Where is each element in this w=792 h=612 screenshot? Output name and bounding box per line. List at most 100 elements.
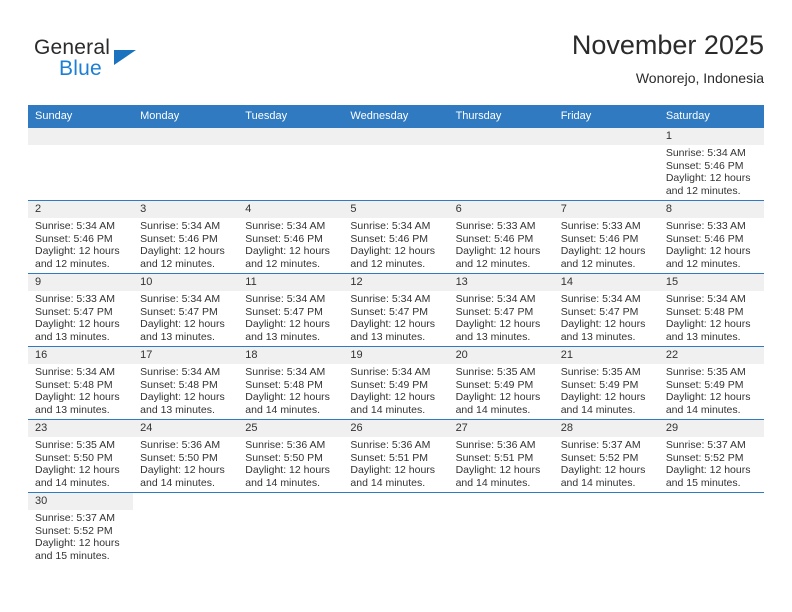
day-cell-11[interactable]: 11 Sunrise: 5:34 AM Sunset: 5:47 PM Dayligh… xyxy=(238,274,344,346)
blank-day-cell xyxy=(133,493,238,565)
day-cell-26[interactable]: 26 Sunrise: 5:36 AM Sunset: 5:51 PM Dayligh… xyxy=(343,420,449,492)
calendar-week-row: 9 Sunrise: 5:33 AM Sunset: 5:47 PM Daylight… xyxy=(28,273,764,347)
blank-day-cell xyxy=(554,493,659,565)
day-cell-10[interactable]: 10 Sunrise: 5:34 AM Sunset: 5:47 PM Dayligh… xyxy=(133,274,239,346)
day-info-daylight2: and 14 minutes. xyxy=(350,403,426,416)
day-info: Sunrise: 5:36 AM Sunset: 5:51 PM Daylight:… xyxy=(449,437,554,489)
day-info: Sunrise: 5:35 AM Sunset: 5:49 PM Daylight:… xyxy=(554,364,659,416)
day-cell-12[interactable]: 12 Sunrise: 5:34 AM Sunset: 5:47 PM Dayligh… xyxy=(343,274,449,346)
day-info-daylight1: Daylight: 12 hours xyxy=(35,318,120,331)
day-info-daylight2: and 15 minutes. xyxy=(665,476,741,489)
calendar-day-cell: 26 Sunrise: 5:36 AM Sunset: 5:51 PM Dayligh… xyxy=(343,419,449,493)
day-info-daylight2: and 14 minutes. xyxy=(455,403,531,416)
day-info-sunrise: Sunrise: 5:34 AM xyxy=(245,366,326,378)
calendar-day-cell: 7 Sunrise: 5:33 AM Sunset: 5:46 PM Daylight… xyxy=(553,200,659,274)
day-info-daylight1: Daylight: 12 hours xyxy=(140,464,225,477)
day-cell-22[interactable]: 22 Sunrise: 5:35 AM Sunset: 5:49 PM Dayligh… xyxy=(658,347,764,419)
day-info-daylight2: and 12 minutes. xyxy=(140,257,215,270)
day-cell-4[interactable]: 4 Sunrise: 5:34 AM Sunset: 5:46 PM Daylight… xyxy=(238,201,344,273)
day-info-daylight2: and 13 minutes. xyxy=(35,403,110,416)
day-info-sunset: Sunset: 5:46 PM xyxy=(35,232,113,245)
day-info-sunrise: Sunrise: 5:34 AM xyxy=(140,220,221,232)
calendar-day-cell: 3 Sunrise: 5:34 AM Sunset: 5:46 PM Daylight… xyxy=(133,200,239,274)
day-info-sunset: Sunset: 5:46 PM xyxy=(245,232,323,245)
day-info-daylight2: and 12 minutes. xyxy=(245,257,320,270)
day-cell-20[interactable]: 20 Sunrise: 5:35 AM Sunset: 5:49 PM Dayligh… xyxy=(448,347,554,419)
day-cell-9[interactable]: 9 Sunrise: 5:33 AM Sunset: 5:47 PM Daylight… xyxy=(28,274,134,346)
day-info-daylight1: Daylight: 12 hours xyxy=(245,245,330,258)
day-cell-25[interactable]: 25 Sunrise: 5:36 AM Sunset: 5:50 PM Dayligh… xyxy=(238,420,344,492)
day-cell-16[interactable]: 16 Sunrise: 5:34 AM Sunset: 5:48 PM Dayligh… xyxy=(28,347,134,419)
day-cell-17[interactable]: 17 Sunrise: 5:34 AM Sunset: 5:48 PM Dayligh… xyxy=(133,347,239,419)
calendar-empty-cell xyxy=(448,127,554,201)
day-info-sunrise: Sunrise: 5:34 AM xyxy=(140,366,221,378)
day-cell-24[interactable]: 24 Sunrise: 5:36 AM Sunset: 5:50 PM Dayligh… xyxy=(133,420,239,492)
day-info-sunrise: Sunrise: 5:33 AM xyxy=(455,220,536,232)
day-info-daylight2: and 13 minutes. xyxy=(140,403,215,416)
day-cell-6[interactable]: 6 Sunrise: 5:33 AM Sunset: 5:46 PM Daylight… xyxy=(448,201,554,273)
day-info: Sunrise: 5:34 AM Sunset: 5:46 PM Daylight:… xyxy=(343,218,448,270)
day-info-sunset: Sunset: 5:52 PM xyxy=(35,524,113,537)
day-info-sunrise: Sunrise: 5:34 AM xyxy=(665,147,746,159)
calendar-day-cell: 14 Sunrise: 5:34 AM Sunset: 5:47 PM Dayligh… xyxy=(553,273,659,347)
day-cell-21[interactable]: 21 Sunrise: 5:35 AM Sunset: 5:49 PM Dayligh… xyxy=(553,347,659,419)
day-info: Sunrise: 5:36 AM Sunset: 5:51 PM Daylight:… xyxy=(343,437,448,489)
day-info-daylight2: and 14 minutes. xyxy=(350,476,426,489)
calendar-header-row: Sunday Monday Tuesday Wednesday Thursday Frid… xyxy=(28,105,764,128)
day-info-sunrise: Sunrise: 5:34 AM xyxy=(455,293,536,305)
day-cell-5[interactable]: 5 Sunrise: 5:34 AM Sunset: 5:46 PM Daylight… xyxy=(343,201,449,273)
calendar-day-cell: 27 Sunrise: 5:36 AM Sunset: 5:51 PM Dayligh… xyxy=(448,419,554,493)
day-info: Sunrise: 5:35 AM Sunset: 5:49 PM Daylight:… xyxy=(449,364,554,416)
day-cell-27[interactable]: 27 Sunrise: 5:36 AM Sunset: 5:51 PM Dayligh… xyxy=(448,420,554,492)
day-info-daylight2: and 12 minutes. xyxy=(350,257,426,270)
logo-text-blue: Blue xyxy=(59,57,102,80)
calendar-blank-cell xyxy=(133,492,239,565)
calendar-page: General Blue November 2025 Wonorejo, Ind… xyxy=(0,0,792,612)
day-cell-15[interactable]: 15 Sunrise: 5:34 AM Sunset: 5:48 PM Dayligh… xyxy=(658,274,764,346)
day-cell-14[interactable]: 14 Sunrise: 5:34 AM Sunset: 5:47 PM Dayligh… xyxy=(553,274,659,346)
day-info-daylight2: and 14 minutes. xyxy=(455,476,531,489)
day-cell-13[interactable]: 13 Sunrise: 5:34 AM Sunset: 5:47 PM Dayligh… xyxy=(448,274,554,346)
day-cell-2[interactable]: 2 Sunrise: 5:34 AM Sunset: 5:46 PM Daylight… xyxy=(28,201,134,273)
day-number: 24 xyxy=(133,420,239,437)
day-info-daylight1: Daylight: 12 hours xyxy=(245,391,330,404)
day-info: Sunrise: 5:34 AM Sunset: 5:48 PM Daylight:… xyxy=(28,364,133,416)
day-info-sunset: Sunset: 5:51 PM xyxy=(455,451,534,464)
day-info-daylight1: Daylight: 12 hours xyxy=(350,391,436,404)
day-info-sunrise: Sunrise: 5:33 AM xyxy=(665,220,746,232)
calendar-day-cell: 18 Sunrise: 5:34 AM Sunset: 5:48 PM Dayligh… xyxy=(238,346,344,420)
day-cell-19[interactable]: 19 Sunrise: 5:34 AM Sunset: 5:49 PM Dayligh… xyxy=(343,347,449,419)
day-cell-23[interactable]: 23 Sunrise: 5:35 AM Sunset: 5:50 PM Dayligh… xyxy=(28,420,134,492)
day-info: Sunrise: 5:34 AM Sunset: 5:46 PM Daylight:… xyxy=(238,218,343,270)
day-cell-3[interactable]: 3 Sunrise: 5:34 AM Sunset: 5:46 PM Daylight… xyxy=(133,201,239,273)
calendar-day-cell: 20 Sunrise: 5:35 AM Sunset: 5:49 PM Dayligh… xyxy=(448,346,554,420)
day-number: 19 xyxy=(343,347,449,364)
day-number: 17 xyxy=(133,347,239,364)
day-cell-8[interactable]: 8 Sunrise: 5:33 AM Sunset: 5:46 PM Daylight… xyxy=(658,201,764,273)
day-info-sunset: Sunset: 5:49 PM xyxy=(350,378,429,391)
day-info-daylight1: Daylight: 12 hours xyxy=(560,391,646,404)
day-info-daylight2: and 13 minutes. xyxy=(560,330,636,343)
calendar-day-cell: 30 Sunrise: 5:37 AM Sunset: 5:52 PM Dayligh… xyxy=(28,492,134,565)
day-number: 15 xyxy=(658,274,764,291)
day-info: Sunrise: 5:34 AM Sunset: 5:48 PM Daylight:… xyxy=(238,364,343,416)
day-info-sunset: Sunset: 5:47 PM xyxy=(140,305,218,318)
day-cell-1[interactable]: 1 Sunrise: 5:34 AM Sunset: 5:46 PM Daylight… xyxy=(658,128,764,200)
calendar-day-cell: 21 Sunrise: 5:35 AM Sunset: 5:49 PM Dayligh… xyxy=(553,346,659,420)
calendar-empty-cell xyxy=(28,127,134,201)
empty-day-band xyxy=(28,128,134,145)
calendar-blank-cell xyxy=(238,492,344,565)
day-info-daylight1: Daylight: 12 hours xyxy=(140,318,225,331)
day-cell-18[interactable]: 18 Sunrise: 5:34 AM Sunset: 5:48 PM Dayligh… xyxy=(238,347,344,419)
calendar-day-cell: 13 Sunrise: 5:34 AM Sunset: 5:47 PM Dayligh… xyxy=(448,273,554,347)
day-info-daylight1: Daylight: 12 hours xyxy=(455,318,541,331)
day-cell-29[interactable]: 29 Sunrise: 5:37 AM Sunset: 5:52 PM Dayligh… xyxy=(658,420,764,492)
day-cell-7[interactable]: 7 Sunrise: 5:33 AM Sunset: 5:46 PM Daylight… xyxy=(553,201,659,273)
day-info: Sunrise: 5:34 AM Sunset: 5:49 PM Daylight:… xyxy=(343,364,448,416)
day-info-sunset: Sunset: 5:46 PM xyxy=(350,232,429,245)
day-cell-30[interactable]: 30 Sunrise: 5:37 AM Sunset: 5:52 PM Dayligh… xyxy=(28,493,134,565)
day-cell-28[interactable]: 28 Sunrise: 5:37 AM Sunset: 5:52 PM Dayligh… xyxy=(553,420,659,492)
day-info: Sunrise: 5:37 AM Sunset: 5:52 PM Daylight:… xyxy=(28,510,133,562)
day-info-sunset: Sunset: 5:48 PM xyxy=(35,378,113,391)
calendar-day-cell: 11 Sunrise: 5:34 AM Sunset: 5:47 PM Dayligh… xyxy=(238,273,344,347)
